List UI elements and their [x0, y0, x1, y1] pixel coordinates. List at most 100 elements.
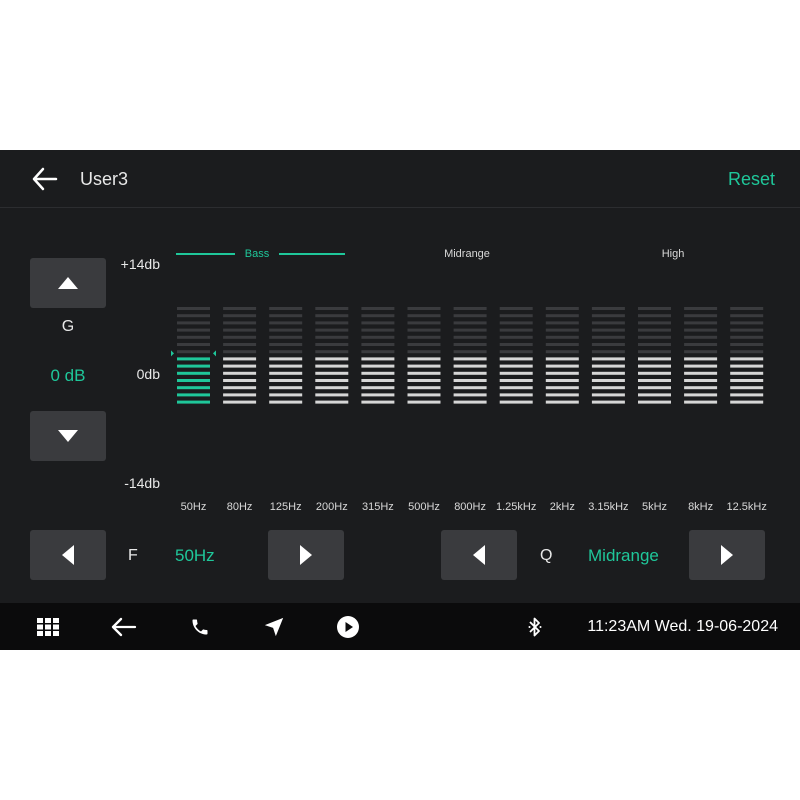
clock: 11:23AM Wed. 19-06-2024 — [587, 618, 778, 635]
eq-band-12.5kHz[interactable] — [730, 307, 764, 404]
eq-segment — [638, 307, 671, 310]
eq-segment — [638, 343, 671, 346]
eq-band-50Hz[interactable] — [171, 307, 216, 404]
eq-segment — [407, 314, 441, 318]
q-prev-button[interactable] — [441, 530, 517, 580]
back-button[interactable] — [30, 165, 60, 193]
frequency-tick-label[interactable]: 125Hz — [261, 501, 311, 513]
eq-band-315Hz[interactable] — [361, 307, 395, 404]
q-label: Q — [540, 547, 553, 564]
frequency-prev-button[interactable] — [30, 530, 106, 580]
eq-segment — [684, 386, 718, 390]
eq-segment — [730, 371, 764, 375]
header-bar: User3 Reset — [0, 150, 800, 208]
navigation-button[interactable] — [254, 603, 294, 650]
triangle-right-icon — [721, 545, 733, 565]
eq-segment — [638, 379, 671, 382]
eq-segment — [315, 379, 349, 382]
eq-segment — [407, 371, 441, 375]
eq-segment — [730, 364, 764, 368]
eq-band-200Hz[interactable] — [315, 307, 349, 404]
eq-segment — [269, 314, 303, 318]
eq-segment — [361, 364, 395, 368]
frequency-tick-label[interactable]: 1.25kHz — [491, 501, 541, 513]
eq-segment — [177, 400, 210, 404]
frequency-tick-label[interactable]: 500Hz — [399, 501, 449, 513]
eq-segment — [361, 379, 395, 382]
eq-segment — [499, 328, 533, 332]
eq-segment — [223, 400, 257, 404]
eq-band-2kHz[interactable] — [545, 307, 579, 404]
eq-segment — [591, 371, 625, 375]
eq-segment — [638, 364, 671, 368]
eq-segment — [499, 386, 533, 390]
eq-segment — [361, 350, 395, 354]
q-next-button[interactable] — [689, 530, 765, 580]
eq-band-3.15kHz[interactable] — [591, 307, 625, 404]
eq-segment — [453, 314, 487, 318]
eq-segment — [177, 314, 210, 318]
eq-segment — [361, 386, 395, 390]
eq-segment — [269, 335, 303, 339]
eq-band-125Hz[interactable] — [269, 307, 303, 404]
eq-segment — [453, 321, 487, 325]
eq-segment — [407, 343, 441, 346]
apps-grid-button[interactable] — [28, 603, 68, 650]
eq-segment — [684, 314, 718, 318]
frequency-tick-label[interactable]: 200Hz — [307, 501, 357, 513]
frequency-tick-label[interactable]: 50Hz — [169, 501, 219, 513]
gain-down-button[interactable] — [30, 411, 106, 461]
media-play-button[interactable] — [328, 603, 368, 650]
equalizer-graph — [171, 307, 764, 404]
frequency-tick-label[interactable]: 8kHz — [676, 501, 726, 513]
eq-band-8kHz[interactable] — [684, 307, 718, 404]
navigation-icon — [264, 617, 284, 636]
bluetooth-status[interactable] — [515, 603, 555, 650]
frequency-tick-label[interactable]: 315Hz — [353, 501, 403, 513]
eq-band-1.25kHz[interactable] — [499, 307, 533, 404]
frequency-tick-label[interactable]: 12.5kHz — [722, 501, 772, 513]
eq-segment — [545, 393, 579, 397]
eq-segment — [545, 314, 579, 318]
eq-segment — [223, 386, 257, 390]
eq-segment — [315, 393, 349, 397]
eq-segment — [361, 343, 395, 346]
level-marker-icon — [213, 350, 216, 357]
eq-segment — [361, 393, 395, 397]
eq-segment — [730, 314, 764, 318]
taskbar-back-button[interactable] — [104, 603, 144, 650]
frequency-tick-label[interactable]: 5kHz — [630, 501, 680, 513]
eq-segment — [453, 371, 487, 375]
eq-segment — [591, 328, 625, 332]
eq-segment — [361, 328, 395, 332]
eq-band-800Hz[interactable] — [453, 307, 487, 404]
eq-segment — [315, 328, 349, 332]
reset-button[interactable]: Reset — [728, 169, 775, 190]
eq-segment — [545, 343, 579, 346]
eq-band-5kHz[interactable] — [638, 307, 671, 404]
phone-button[interactable] — [180, 603, 220, 650]
frequency-tick-label[interactable]: 3.15kHz — [583, 501, 633, 513]
eq-band-80Hz[interactable] — [223, 307, 257, 404]
frequency-tick-label[interactable]: 2kHz — [537, 501, 587, 513]
gain-value: 0 dB — [50, 366, 86, 385]
frequency-tick-label[interactable]: 80Hz — [215, 501, 265, 513]
eq-segment — [591, 386, 625, 390]
eq-segment — [177, 350, 210, 354]
eq-segment — [223, 393, 257, 397]
eq-segment — [315, 386, 349, 390]
eq-band-500Hz[interactable] — [407, 307, 441, 404]
frequency-next-button[interactable] — [268, 530, 344, 580]
frequency-tick-label[interactable]: 800Hz — [445, 501, 495, 513]
eq-segment — [499, 314, 533, 318]
eq-segment — [269, 357, 303, 361]
eq-segment — [591, 357, 625, 361]
eq-segment — [591, 343, 625, 346]
eq-segment — [545, 328, 579, 332]
gain-up-button[interactable] — [30, 258, 106, 308]
eq-segment — [223, 307, 257, 310]
eq-segment — [638, 314, 671, 318]
eq-segment — [223, 335, 257, 339]
eq-segment — [453, 364, 487, 368]
eq-segment — [315, 364, 349, 368]
